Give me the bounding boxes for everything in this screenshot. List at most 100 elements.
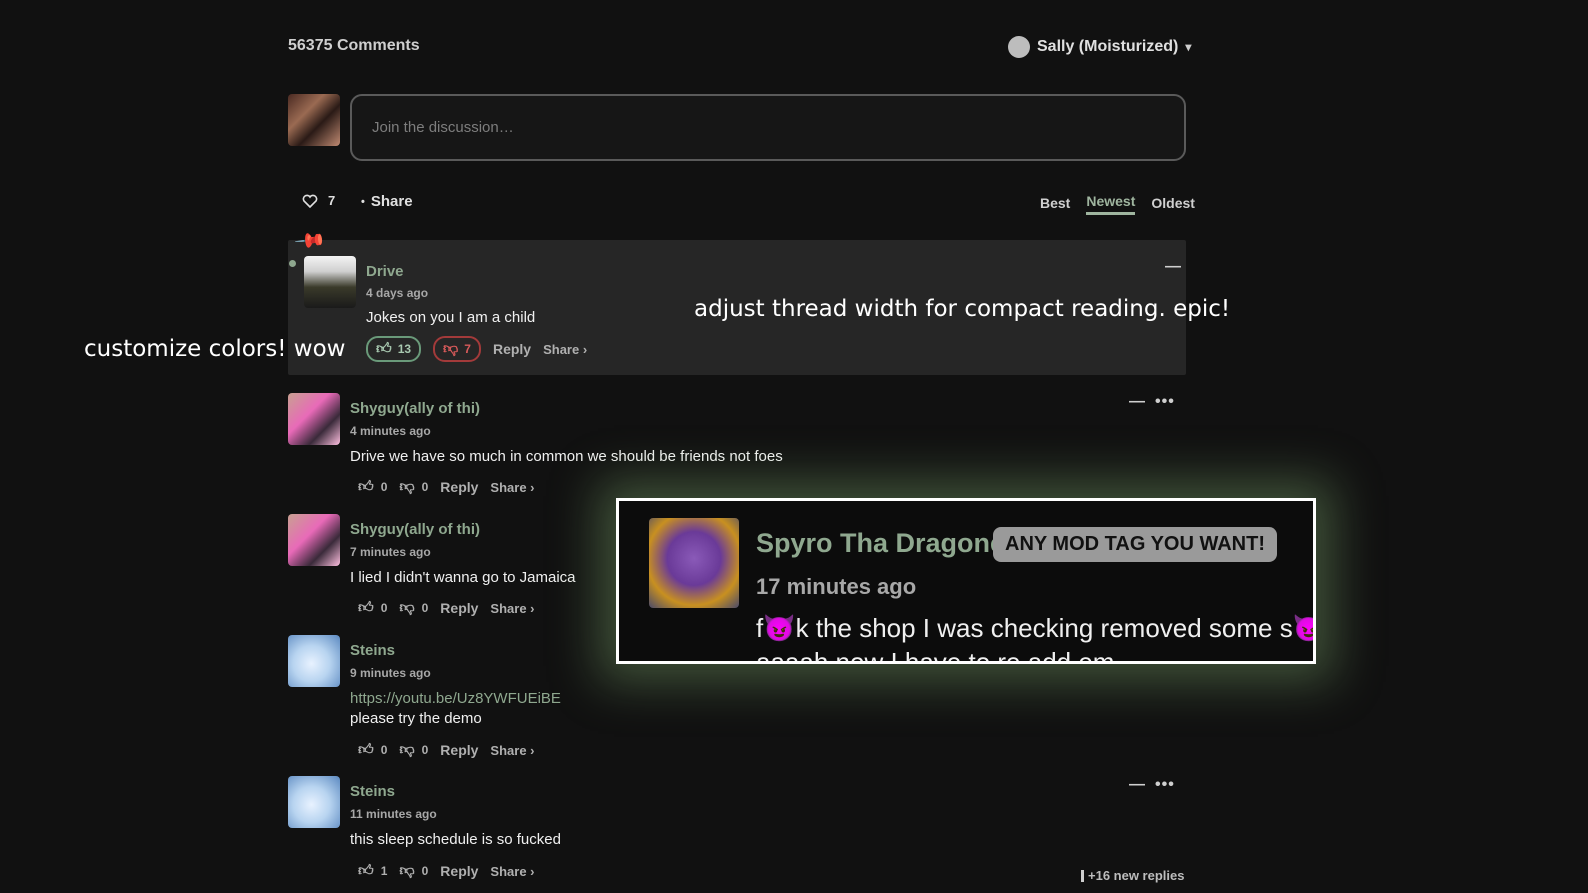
comment-text: Drive we have so much in common we shoul… [350,448,783,465]
my-avatar [288,94,340,146]
reply-button[interactable]: Reply [440,479,478,495]
more-options-icon[interactable]: ••• [1155,393,1175,411]
share-button[interactable]: Share › [490,480,534,495]
downvote-button[interactable]: 👎︎ 0 [399,478,428,496]
comment-author[interactable]: Shyguy(ally of thi) [350,521,480,538]
downvote-button[interactable]: 👎︎ 0 [399,741,428,759]
collapse-icon[interactable]: — [1129,776,1145,794]
comment-link[interactable]: https://youtu.be/Uz8YWFUEiBE [350,690,561,707]
reply-button[interactable]: Reply [493,341,531,357]
new-replies-label: +16 new replies [1088,868,1185,883]
comment-avatar[interactable] [288,776,340,828]
thumb-up-icon: 👍︎ [358,741,374,758]
comment-avatar[interactable] [288,514,340,566]
comment-time[interactable]: 9 minutes ago [350,666,431,680]
comment-avatar[interactable] [288,393,340,445]
user-avatar-icon [1008,36,1030,58]
downvote-button[interactable]: 👎︎ 0 [399,862,428,880]
more-options-icon[interactable]: ••• [1155,776,1175,794]
comment-text: this sleep schedule is so fucked [350,831,561,848]
spyro-avatar [649,518,739,608]
comment-input[interactable] [350,94,1186,161]
comment-text: I lied I didn't wanna go to Jamaica [350,569,576,586]
comment-time[interactable]: 4 minutes ago [350,424,431,438]
comment-actions: 👍︎ 13 👎︎ 7 Reply Share › [366,336,587,362]
comment-time[interactable]: 7 minutes ago [350,545,431,559]
comment-actions: 👍︎ 0 👎︎ 0 Reply Share › [358,478,535,496]
thumb-down-icon: 👎︎ [443,340,459,357]
mod-tag-badge: ANY MOD TAG YOU WANT! [993,527,1277,562]
preview-time: 17 minutes ago [756,574,917,599]
caret-down-icon: ▾ [1185,40,1192,54]
user-name: Sally (Moisturized) [1037,38,1179,55]
thumb-up-icon: 👍︎ [358,478,374,495]
featured-comment-preview: Spyro Tha Dragone ANY MOD TAG YOU WANT! … [616,498,1316,664]
collapse-icon[interactable]: — [1165,258,1181,276]
upvote-count: 0 [380,601,388,615]
preview-author: Spyro Tha Dragone [756,528,1006,558]
comment-avatar[interactable] [288,635,340,687]
thumb-down-icon: 👎︎ [399,741,415,758]
reply-button[interactable]: Reply [440,742,478,758]
preview-text-line2: aaaah now I have to re add em [756,647,1115,664]
reply-button[interactable]: Reply [440,600,478,616]
comment-actions: 👍︎ 0 👎︎ 0 Reply Share › [358,599,535,617]
share-button[interactable]: Share › [490,743,534,758]
thread-like-count: 7 [328,193,336,208]
promo-colors: customize colors! wow [84,336,346,362]
comment-time[interactable]: 11 minutes ago [350,807,437,821]
downvote-button[interactable]: 👎︎ 0 [399,599,428,617]
share-button[interactable]: Share › [490,601,534,616]
upvote-count: 0 [380,743,388,757]
upvote-button[interactable]: 👍︎ 0 [358,741,387,759]
unread-dot [289,260,296,267]
preview-text: f😈k the shop I was checking removed some… [756,613,1316,643]
thumb-up-icon: 👍︎ [376,340,392,357]
downvote-count: 7 [464,342,471,356]
upvote-count: 1 [380,864,388,878]
comment-actions: 👍︎ 1 👎︎ 0 Reply Share › [358,862,535,880]
thumb-up-icon: 👍︎ [358,862,374,879]
downvote-button[interactable]: 👎︎ 7 [433,336,481,362]
downvote-count: 0 [421,743,429,757]
comment-author[interactable]: Steins [350,783,395,800]
upvote-count: 0 [380,480,388,494]
thread-like-button[interactable]: 7 [302,193,335,208]
upvote-button[interactable]: 👍︎ 13 [366,336,422,362]
sort-oldest[interactable]: Oldest [1151,195,1195,214]
share-button[interactable]: Share › [490,864,534,879]
upvote-button[interactable]: 👍︎ 0 [358,599,387,617]
share-button[interactable]: Share › [543,342,587,357]
downvote-count: 0 [421,601,429,615]
thumb-down-icon: 👎︎ [399,478,415,495]
upvote-count: 13 [397,342,412,356]
comment-author[interactable]: Steins [350,642,395,659]
collapse-icon[interactable]: — [1129,393,1145,411]
comment-text: Jokes on you I am a child [366,309,536,326]
thumb-down-icon: 👎︎ [399,862,415,879]
promo-width: adjust thread width for compact reading.… [694,296,1231,322]
comment-avatar[interactable] [304,256,356,308]
bar-icon [1081,869,1084,882]
downvote-count: 0 [421,864,429,878]
thumb-up-icon: 👍︎ [358,599,374,616]
thumb-down-icon: 👎︎ [399,599,415,616]
thread-share-button[interactable]: • Share [361,193,413,210]
comment-author[interactable]: Shyguy(ally of thi) [350,400,480,417]
sort-best[interactable]: Best [1040,195,1070,214]
new-replies-indicator[interactable]: +16 new replies [1081,868,1184,883]
upvote-button[interactable]: 👍︎ 0 [358,478,387,496]
bullet-icon: • [361,195,365,208]
sort-newest[interactable]: Newest [1086,193,1136,215]
thread-share-label: Share [370,193,413,210]
comment-count: 56375 Comments [288,37,420,54]
comment-time[interactable]: 4 days ago [366,286,428,300]
comment-author[interactable]: Drive [366,263,404,280]
reply-button[interactable]: Reply [440,863,478,879]
comment-actions: 👍︎ 0 👎︎ 0 Reply Share › [358,741,535,759]
sort-tabs: Best Newest Oldest [1040,193,1195,215]
upvote-button[interactable]: 👍︎ 1 [358,862,387,880]
user-menu[interactable]: Sally (Moisturized) ▾ [1008,36,1191,58]
downvote-count: 0 [421,480,429,494]
comment-text: please try the demo [350,710,482,727]
